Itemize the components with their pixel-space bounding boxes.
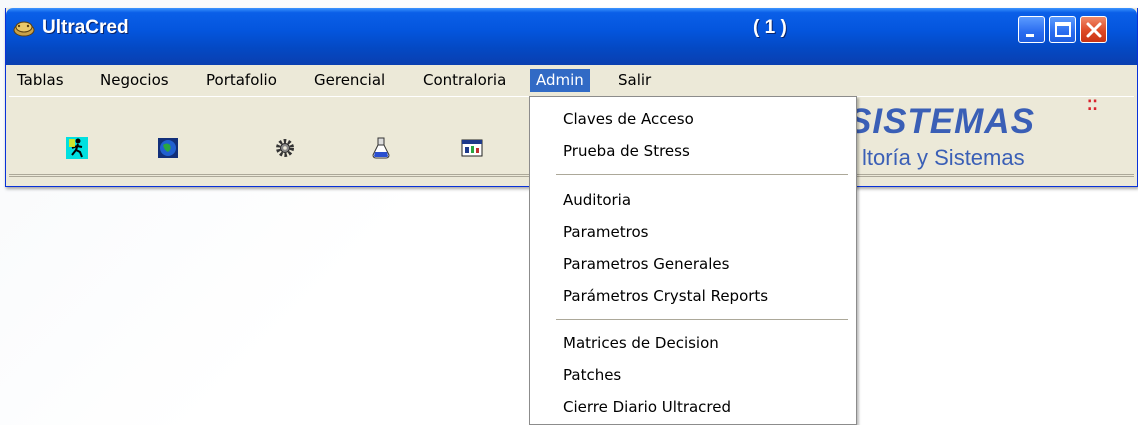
menu-tablas[interactable]: Tablas	[11, 69, 70, 92]
title-bar[interactable]: UltraCred ( 1 )	[6, 8, 1137, 65]
menu-item-prueba-de-stress[interactable]: Prueba de Stress	[530, 136, 856, 166]
menu-item-patches[interactable]: Patches	[530, 360, 856, 390]
brand-logo-dots: ⁚⁚	[1087, 98, 1098, 114]
brand-logo: SISTEMAS	[848, 102, 1035, 141]
close-icon	[1086, 22, 1102, 38]
menu-salir[interactable]: Salir	[612, 69, 657, 92]
menu-negocios[interactable]: Negocios	[94, 69, 175, 92]
maximize-icon	[1055, 22, 1071, 37]
window-count: ( 1 )	[753, 17, 787, 38]
menu-separator	[556, 319, 848, 321]
flask-icon[interactable]	[370, 137, 392, 159]
run-icon[interactable]	[66, 137, 88, 159]
menu-contraloria[interactable]: Contraloria	[417, 69, 512, 92]
globe-icon[interactable]	[157, 137, 179, 159]
brand-tagline: ltoría y Sistemas	[862, 145, 1025, 170]
menu-bar: Tablas Negocios Portafolio Gerencial Con…	[9, 65, 1134, 94]
menu-item-auditoria[interactable]: Auditoria	[530, 185, 856, 215]
menu-item-cierre-diario-ultracred[interactable]: Cierre Diario Ultracred	[530, 392, 856, 422]
menu-item-matrices-de-decision[interactable]: Matrices de Decision	[530, 328, 856, 358]
menu-item-parametros-generales[interactable]: Parametros Generales	[530, 249, 856, 279]
minimize-button[interactable]	[1018, 16, 1045, 43]
window-title: UltraCred	[42, 17, 129, 38]
close-button[interactable]	[1080, 16, 1107, 43]
app-logo-icon	[13, 21, 35, 37]
menu-portafolio[interactable]: Portafolio	[200, 69, 283, 92]
report-window-icon[interactable]	[461, 137, 483, 159]
menu-item-parametros-crystal-reports[interactable]: Parámetros Crystal Reports	[530, 281, 856, 311]
menu-item-claves-de-acceso[interactable]: Claves de Acceso	[530, 104, 856, 134]
menu-item-parametros[interactable]: Parametros	[530, 217, 856, 247]
maximize-button[interactable]	[1049, 16, 1076, 43]
admin-dropdown-menu: Claves de Acceso Prueba de Stress Audito…	[529, 96, 857, 425]
gear-icon[interactable]	[274, 137, 296, 159]
menu-separator	[556, 174, 848, 176]
menu-admin[interactable]: Admin	[530, 69, 590, 92]
minimize-icon	[1026, 34, 1034, 37]
menu-gerencial[interactable]: Gerencial	[308, 69, 391, 92]
